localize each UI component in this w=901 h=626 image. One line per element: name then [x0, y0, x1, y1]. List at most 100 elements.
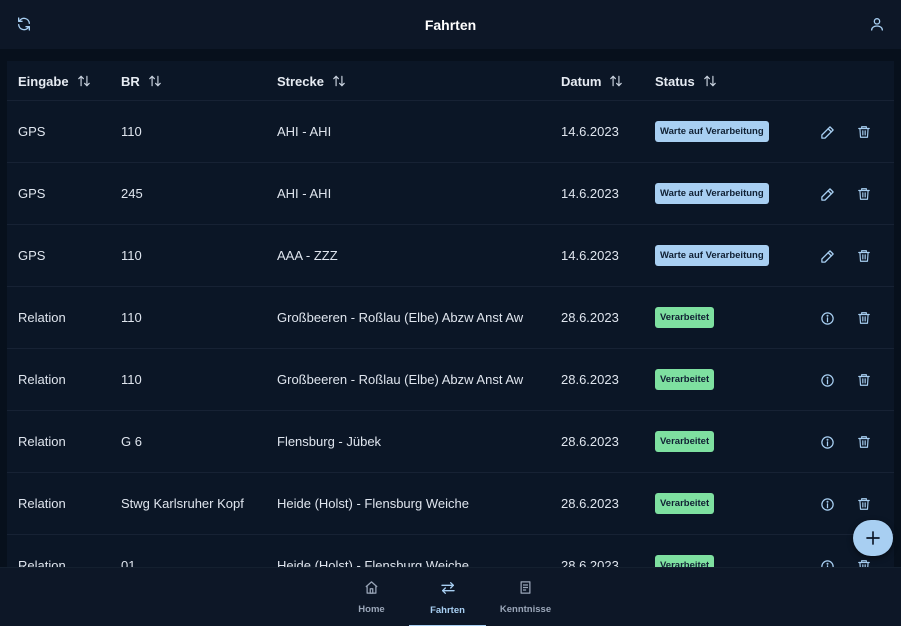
delete-button[interactable]	[854, 494, 874, 514]
user-icon	[871, 18, 883, 31]
cell-eingabe: Relation	[18, 434, 66, 449]
home-icon	[365, 581, 378, 594]
status-badge: Verarbeitet	[655, 555, 715, 567]
trips-table: Eingabe BR Strecke Datum Status GPS 110 AHI - …	[7, 61, 894, 567]
cell-br: 110	[121, 248, 142, 263]
cell-datum: 28.6.2023	[561, 558, 619, 567]
plus-icon	[866, 531, 880, 545]
sort-button[interactable]	[609, 74, 623, 88]
swap-arrows-icon	[440, 581, 455, 594]
column-header-eingabe[interactable]: Eingabe	[18, 61, 91, 101]
trash-icon	[858, 560, 870, 567]
delete-button[interactable]	[854, 246, 874, 266]
cell-br: 110	[121, 372, 142, 387]
table-row[interactable]: Relation 110 Großbeeren - Roßlau (Elbe) Ab…	[7, 287, 894, 349]
sort-icon	[610, 75, 623, 87]
cell-br: 245	[121, 186, 143, 201]
delete-button[interactable]	[854, 308, 874, 328]
nav-icon	[364, 580, 379, 600]
delete-button[interactable]	[854, 432, 874, 452]
table-row[interactable]: Relation 01 Heide (Holst) - Flensburg Weic…	[7, 535, 894, 567]
status-badge: Verarbeitet	[655, 307, 715, 328]
cell-br: 110	[121, 124, 142, 139]
trash-icon	[858, 126, 870, 138]
nav-label: Kenntnisse	[499, 604, 552, 615]
sort-button[interactable]	[148, 74, 162, 88]
add-trip-button[interactable]	[853, 520, 893, 556]
sort-icon	[77, 75, 90, 87]
column-header-strecke[interactable]: Strecke	[277, 61, 346, 101]
info-button[interactable]	[817, 556, 837, 567]
cell-strecke: AAA - ZZZ	[277, 248, 338, 263]
top-app-bar: Fahrten	[0, 0, 901, 49]
page-title: Fahrten	[424, 16, 477, 33]
nav-item-kenntnisse[interactable]: Kenntnisse	[487, 568, 564, 626]
cell-datum: 28.6.2023	[561, 372, 619, 387]
edit-button[interactable]	[817, 122, 837, 142]
cell-datum: 28.6.2023	[561, 434, 619, 449]
info-button[interactable]	[817, 308, 837, 328]
sort-button[interactable]	[703, 74, 717, 88]
info-button[interactable]	[817, 494, 837, 514]
delete-button[interactable]	[854, 556, 874, 567]
cell-br: 01	[121, 558, 136, 567]
cell-strecke: Heide (Holst) - Flensburg Weiche	[277, 558, 469, 567]
info-icon	[820, 559, 834, 567]
cell-strecke: Großbeeren - Roßlau (Elbe) Abzw Anst Aw	[277, 372, 524, 387]
cell-eingabe: Relation	[18, 372, 66, 387]
column-header-label: Status	[655, 73, 695, 89]
cell-br: 110	[121, 310, 142, 325]
table-row[interactable]: Relation 110 Großbeeren - Roßlau (Elbe) Ab…	[7, 349, 894, 411]
table-row[interactable]: Relation Stwg Karlsruher Kopf Heide (Holst…	[7, 473, 894, 535]
sort-button[interactable]	[77, 74, 91, 88]
profile-button[interactable]	[863, 10, 891, 38]
info-button[interactable]	[817, 370, 837, 390]
delete-button[interactable]	[854, 370, 874, 390]
table-row[interactable]: GPS 110 AAA - ZZZ 14.6.2023 Warte auf Verarb…	[7, 225, 894, 287]
edit-button[interactable]	[817, 246, 837, 266]
cell-eingabe: GPS	[18, 124, 46, 139]
info-button[interactable]	[817, 432, 837, 452]
cell-strecke: AHI - AHI	[277, 186, 332, 201]
refresh-button[interactable]	[10, 10, 38, 38]
cell-status: Verarbeitet	[655, 349, 715, 410]
cell-strecke: Großbeeren - Roßlau (Elbe) Abzw Anst Aw	[277, 310, 524, 325]
column-header-br[interactable]: BR	[121, 61, 162, 101]
cell-status: Warte auf Verarbeitung	[655, 163, 769, 224]
nav-item-fahrten[interactable]: Fahrten	[409, 568, 486, 626]
cell-datum: 14.6.2023	[561, 124, 619, 139]
status-badge: Warte auf Verarbeitung	[655, 183, 769, 204]
delete-button[interactable]	[854, 122, 874, 142]
table-row[interactable]: Relation G 6 Flensburg - Jübek 28.6.2023 Ver…	[7, 411, 894, 473]
nav-icon	[440, 580, 456, 601]
info-icon	[820, 435, 834, 449]
column-header-status[interactable]: Status	[655, 61, 717, 101]
table-row[interactable]: GPS 245 AHI - AHI 14.6.2023 Warte auf Verarb…	[7, 163, 894, 225]
pencil-icon	[820, 125, 834, 139]
cell-status: Verarbeitet	[655, 535, 715, 567]
sort-icon	[703, 75, 716, 87]
status-badge: Verarbeitet	[655, 369, 715, 390]
trash-icon	[858, 436, 870, 448]
cell-br: G 6	[121, 434, 142, 449]
edit-button[interactable]	[817, 184, 837, 204]
cell-datum: 28.6.2023	[561, 496, 619, 511]
delete-button[interactable]	[854, 184, 874, 204]
table-header: Eingabe BR Strecke Datum Status	[7, 61, 894, 101]
column-header-label: Strecke	[277, 73, 324, 89]
info-icon	[820, 497, 834, 511]
cell-status: Verarbeitet	[655, 287, 715, 348]
column-header-label: Datum	[561, 73, 602, 89]
column-header-datum[interactable]: Datum	[561, 61, 623, 101]
sort-icon	[333, 75, 345, 87]
column-header-label: BR	[121, 73, 140, 89]
table-row[interactable]: GPS 110 AHI - AHI 14.6.2023 Warte auf Verarb…	[7, 101, 894, 163]
sort-button[interactable]	[332, 74, 346, 88]
trash-icon	[858, 374, 870, 386]
cell-datum: 14.6.2023	[561, 186, 619, 201]
nav-item-home[interactable]: Home	[333, 568, 410, 626]
cell-strecke: Flensburg - Jübek	[277, 434, 382, 449]
cell-status: Warte auf Verarbeitung	[655, 101, 769, 162]
cell-status: Warte auf Verarbeitung	[655, 225, 769, 286]
nav-label: Home	[358, 604, 385, 615]
